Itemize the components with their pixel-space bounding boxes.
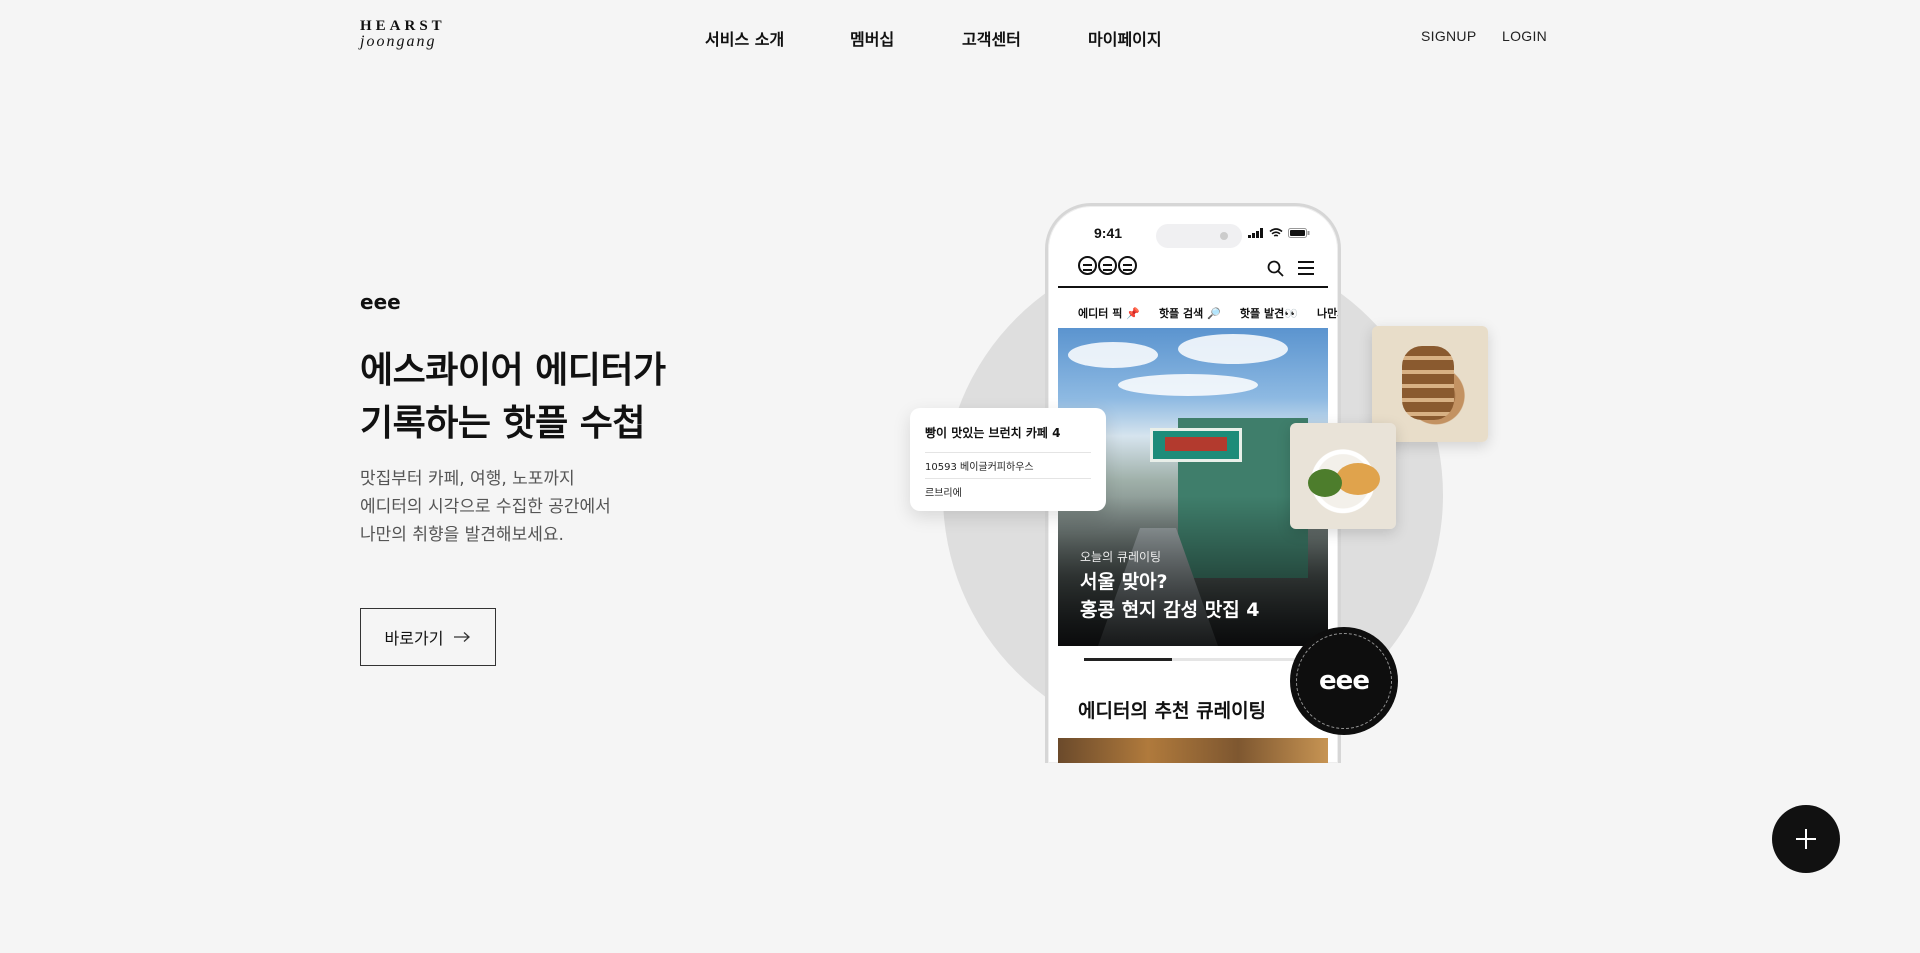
login-link[interactable]: LOGIN	[1502, 28, 1547, 44]
recommended-curation-title: 에디터의 추천 큐레이팅	[1078, 700, 1267, 722]
curation-title: 서울 맞아? 홍콩 현지 감성 맛집 4	[1080, 568, 1260, 624]
wifi-icon	[1269, 228, 1283, 237]
brunch-plate-photo	[1290, 423, 1396, 529]
hero-description-line-1: 맛집부터 카페, 여행, 노포까지	[360, 469, 575, 489]
hero-headline-line-1: 에스콰이어 에디터가	[360, 350, 666, 391]
badge-text: eee	[1319, 666, 1370, 696]
list-card-title: 빵이 맛있는 브런치 카페 4	[925, 426, 1061, 440]
nav-mypage[interactable]: 마이페이지	[1088, 26, 1162, 50]
curation-kicker: 오늘의 큐레이팅	[1080, 550, 1162, 564]
hero-headline-line-2: 기록하는 핫플 수첩	[360, 403, 646, 444]
app-bar	[1058, 250, 1328, 288]
nav-service-intro[interactable]: 서비스 소개	[705, 26, 784, 50]
hero-description-line-2: 에디터의 시각으로 수집한 공간에서	[360, 497, 611, 517]
app-tab-my[interactable]: 나만의 ·	[1317, 305, 1338, 320]
list-card-item: 르브리에	[925, 478, 1091, 504]
carousel-progress-fill	[1084, 658, 1172, 661]
app-tabs: 에디터 픽 📌 핫플 검색 🔎 핫플 발견👀 나만의 ·	[1078, 302, 1338, 320]
nav-membership[interactable]: 멤버십	[850, 26, 894, 50]
hero-description: 맛집부터 카페, 여행, 노포까지 에디터의 시각으로 수집한 공간에서 나만의…	[360, 465, 611, 549]
eee-badge: eee	[1290, 627, 1398, 735]
hero-eyebrow: eee	[360, 290, 401, 314]
list-card-item: 10593 베이글커피하우스	[925, 452, 1091, 478]
recommended-thumbnail	[1058, 738, 1328, 763]
go-button[interactable]: 바로가기	[360, 608, 496, 666]
curation-title-line-2: 홍콩 현지 감성 맛집 4	[1080, 599, 1260, 621]
hero-visual: 9:41 에디터 픽 📌 핫플 검색 🔎 핫플 발견👀 나만의 ·	[900, 195, 1520, 763]
hero-headline: 에스콰이어 에디터가 기록하는 핫플 수첩	[360, 344, 666, 450]
site-header: HEARST joongang 서비스 소개 멤버십 고객센터 마이페이지 SI…	[0, 0, 1920, 74]
plus-fab-button[interactable]	[1772, 805, 1840, 873]
carousel-progress	[1084, 658, 1304, 661]
nav-customer-center[interactable]: 고객센터	[962, 26, 1021, 50]
brunch-list-card[interactable]: 빵이 맛있는 브런치 카페 4 10593 베이글커피하우스 르브리에	[910, 408, 1106, 511]
arrow-right-icon	[454, 632, 471, 642]
app-tab-editor-pick[interactable]: 에디터 픽 📌	[1078, 305, 1140, 320]
status-time: 9:41	[1094, 225, 1123, 241]
main-nav: 서비스 소개 멤버십 고객센터 마이페이지	[0, 26, 1920, 50]
battery-icon	[1288, 228, 1310, 238]
eee-app-logo[interactable]	[1078, 256, 1137, 275]
status-bar: 9:41	[1048, 222, 1338, 248]
dynamic-island	[1156, 224, 1242, 248]
status-icons	[1248, 228, 1310, 238]
app-tab-hotplace-discover[interactable]: 핫플 발견👀	[1240, 305, 1298, 320]
signup-link[interactable]: SIGNUP	[1421, 28, 1476, 44]
search-icon[interactable]	[1267, 260, 1284, 277]
app-tab-hotplace-search[interactable]: 핫플 검색 🔎	[1159, 305, 1221, 320]
curation-title-line-1: 서울 맞아?	[1080, 571, 1168, 593]
hamburger-menu-icon[interactable]	[1298, 261, 1314, 275]
go-button-label: 바로가기	[384, 629, 444, 648]
signal-icon	[1248, 228, 1263, 238]
hero-description-line-3: 나만의 취향을 발견해보세요.	[360, 525, 564, 545]
